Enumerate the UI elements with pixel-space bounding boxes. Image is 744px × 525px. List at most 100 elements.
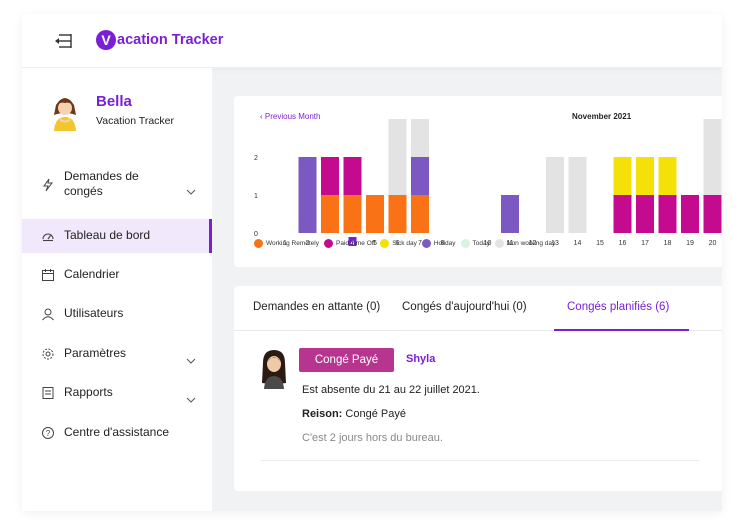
sidebar: Bella Vacation Tracker Demandes de congé… — [22, 68, 212, 511]
calendar-icon — [41, 268, 55, 282]
legend-label: Working Remotely — [266, 240, 319, 247]
bar-segment — [343, 157, 362, 195]
avatar — [48, 93, 82, 131]
y-tick-label: 0 — [254, 231, 258, 238]
bar-segment — [298, 157, 317, 233]
bar-segment — [411, 157, 429, 195]
user-icon — [41, 307, 55, 321]
bar-segment — [613, 195, 632, 233]
tabs-bar: Demandes en attante (0) Congés d'aujourd… — [234, 286, 722, 331]
dashboard-icon — [41, 229, 55, 243]
x-tick-label: 18 — [664, 240, 672, 246]
sidebar-item-utilisateurs[interactable]: Utilisateurs — [22, 297, 212, 331]
bar-segment — [501, 195, 519, 233]
x-tick-label: 16 — [619, 240, 627, 246]
legend-swatch — [421, 239, 431, 248]
y-tick-label: 2 — [254, 155, 258, 162]
leave-requests-card: Demandes en attante (0) Congés d'aujourd… — [234, 286, 722, 491]
svg-text:?: ? — [46, 429, 51, 438]
y-tick-label: 1 — [254, 193, 258, 200]
sidebar-item-label-line2: congés — [64, 184, 103, 198]
legend-label: Sick day — [392, 240, 417, 247]
bolt-icon — [41, 178, 55, 192]
x-tick-label: 19 — [686, 240, 694, 246]
bar-segment — [388, 119, 407, 195]
legend-item: Working Remotely — [254, 239, 319, 248]
help-icon: ? — [41, 426, 55, 440]
user-subtitle: Vacation Tracker — [96, 115, 175, 127]
bar-segment — [343, 195, 362, 233]
tab-today-leaves[interactable]: Congés d'aujourd'hui (0) — [402, 301, 527, 313]
legend-label: Non working day — [506, 240, 556, 247]
collapse-sidebar-icon[interactable] — [52, 31, 74, 51]
legend-swatch — [494, 239, 504, 248]
sidebar-item-rapports[interactable]: Rapports — [22, 376, 212, 410]
user-name: Bella — [96, 93, 132, 110]
top-bar: V acation Tracker — [22, 14, 722, 68]
tab-pending-requests[interactable]: Demandes en attante (0) — [253, 301, 380, 313]
leave-chart: 0121234567891011121314151617181920 — [254, 119, 722, 246]
bar-segment — [411, 119, 429, 157]
legend-item: Paid Time Off — [323, 239, 376, 248]
sidebar-item-label: Rapports — [64, 385, 113, 399]
sidebar-item-label: Utilisateurs — [64, 306, 124, 320]
bar-segment — [546, 157, 564, 233]
divider — [260, 460, 700, 461]
request-dates: Est absente du 21 au 22 juillet 2021. — [302, 384, 480, 396]
legend-item: Holiday — [421, 239, 456, 248]
bar-segment — [321, 195, 339, 233]
legend-swatch — [460, 239, 470, 248]
legend-item: Non working day — [494, 239, 556, 248]
bar-segment — [411, 195, 429, 233]
legend-item: Sick day — [380, 239, 417, 248]
reason-value: Congé Payé — [342, 408, 406, 420]
x-tick-label: 20 — [709, 240, 717, 246]
sidebar-item-parametres[interactable]: Paramètres — [22, 337, 212, 371]
chevron-down-icon — [186, 390, 196, 403]
bar-segment — [681, 195, 699, 233]
bar-segment — [658, 157, 677, 195]
logo-mark: V — [96, 30, 116, 50]
sidebar-item-label: Demandes de — [64, 169, 139, 183]
bar-segment — [321, 157, 339, 195]
legend-swatch — [323, 239, 333, 248]
legend-label: Holiday — [433, 240, 456, 247]
gear-icon — [41, 347, 55, 361]
legend-swatch — [380, 239, 390, 248]
request-user-name[interactable]: Shyla — [406, 353, 435, 365]
legend-label: Paid Time Off — [335, 240, 376, 247]
bar-segment — [568, 157, 587, 233]
bar-segment — [366, 195, 384, 233]
bar-segment — [388, 195, 407, 233]
x-tick-label: 17 — [641, 240, 649, 246]
request-reason: Reison: Congé Payé — [302, 408, 406, 420]
chart-legend: Working Remotely Paid Time Off Sick day Hol… — [254, 239, 560, 248]
legend-item: Today — [460, 239, 490, 248]
leave-type-badge[interactable]: Congé Payé — [299, 348, 394, 372]
sidebar-item-tableau-de-bord[interactable]: Tableau de bord — [22, 219, 212, 253]
legend-label: Today — [472, 240, 490, 247]
app-logo[interactable]: V acation Tracker — [96, 30, 223, 50]
request-note: C'est 2 jours hors du bureau. — [302, 432, 443, 444]
app-window: V acation Tracker Bella Vacation Tracker… — [22, 14, 722, 511]
sidebar-item-label: Centre d'assistance — [64, 425, 170, 439]
sidebar-item-demandes-de-conges[interactable]: Demandes de congés — [22, 168, 212, 202]
bar-segment — [658, 195, 677, 233]
sidebar-item-label: Tableau de bord — [64, 228, 151, 242]
bar-segment — [703, 119, 722, 195]
active-tab-indicator — [554, 329, 689, 331]
avatar — [260, 349, 288, 389]
calendar-card: ‹ Previous Month November 2021 012123456… — [234, 96, 722, 267]
sidebar-item-label: Paramètres — [64, 346, 127, 360]
sidebar-item-calendrier[interactable]: Calendrier — [22, 258, 212, 292]
bar-segment — [613, 157, 632, 195]
x-tick-label: 15 — [596, 240, 604, 246]
bar-segment — [703, 195, 722, 233]
bar-segment — [636, 195, 654, 233]
report-icon — [41, 386, 55, 400]
logo-text: acation Tracker — [117, 32, 224, 48]
tab-planned-leaves[interactable]: Congés planifiés (6) — [567, 301, 669, 313]
chevron-down-icon — [186, 182, 196, 195]
sidebar-item-label: Calendrier — [64, 267, 120, 281]
sidebar-item-centre-d-assistance[interactable]: ? Centre d'assistance — [22, 416, 212, 450]
